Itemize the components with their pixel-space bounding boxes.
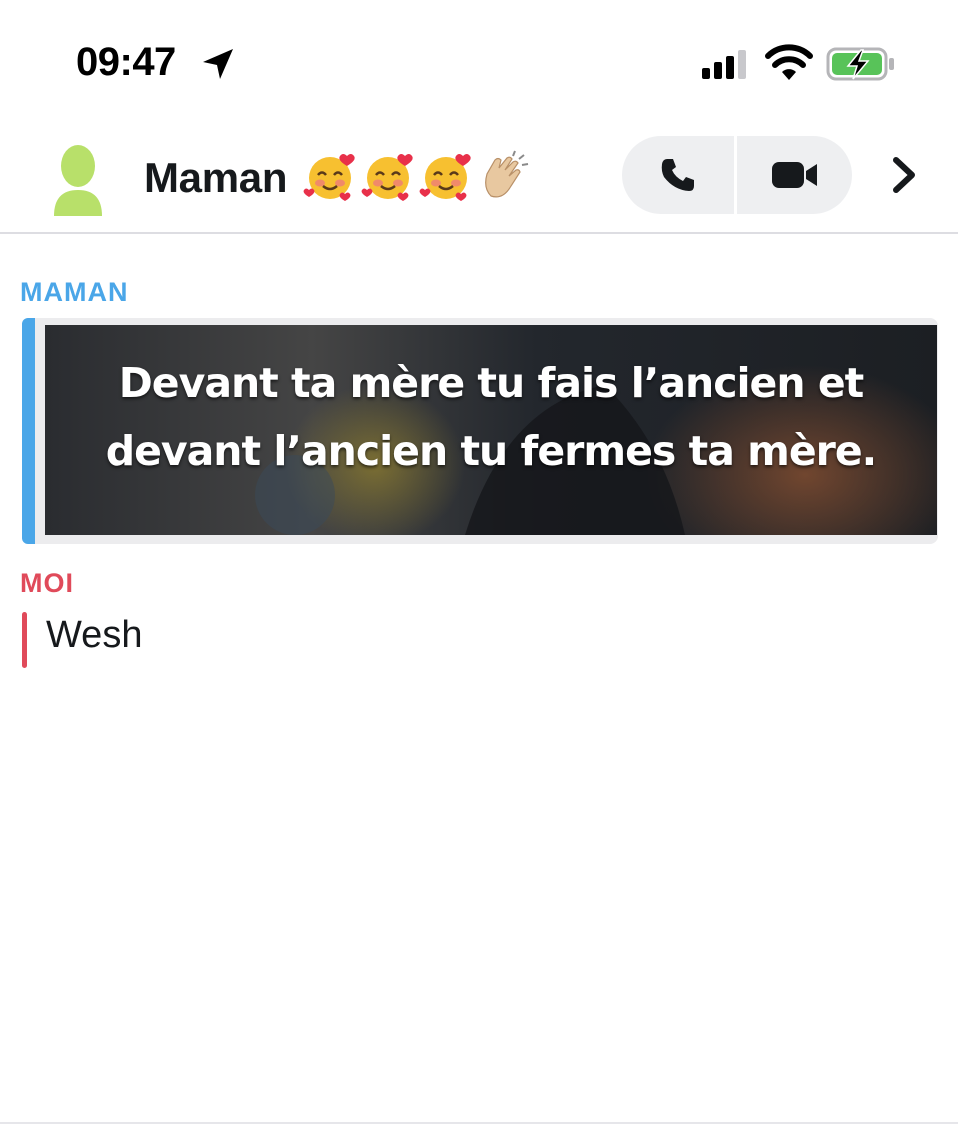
chat-title-text: Maman (144, 154, 288, 201)
status-time: 09:47 (76, 40, 176, 84)
message-accent-bar (22, 612, 27, 668)
wifi-icon (765, 44, 813, 80)
clapping-hands-icon (484, 150, 528, 198)
text-message[interactable]: Wesh (46, 614, 142, 657)
phone-icon (661, 159, 694, 191)
message-accent-bar (22, 318, 35, 544)
battery-charging-icon (826, 47, 894, 81)
media-caption: Devant ta mère tu fais l’ancien et devan… (105, 359, 878, 475)
cellular-signal-icon (702, 50, 746, 79)
video-camera-icon (771, 162, 817, 188)
video-call-button[interactable] (737, 136, 852, 214)
media-image[interactable]: Devant ta mère tu fais l’ancien et devan… (45, 325, 937, 535)
status-bar: 09:47 (0, 0, 958, 120)
voice-call-button[interactable] (622, 136, 734, 214)
smiling-face-with-hearts-icon (419, 154, 471, 201)
chat-title[interactable]: Maman (144, 150, 531, 204)
avatar-icon[interactable] (50, 142, 106, 216)
sender-label-moi: MOI (20, 568, 74, 598)
smiling-face-with-hearts-icon (303, 154, 355, 201)
sender-label-maman: MAMAN (20, 277, 129, 307)
location-arrow-icon (203, 49, 233, 79)
smiling-face-with-hearts-icon (361, 154, 413, 201)
chevron-right-icon[interactable] (886, 152, 922, 198)
bottom-divider (0, 1122, 958, 1124)
